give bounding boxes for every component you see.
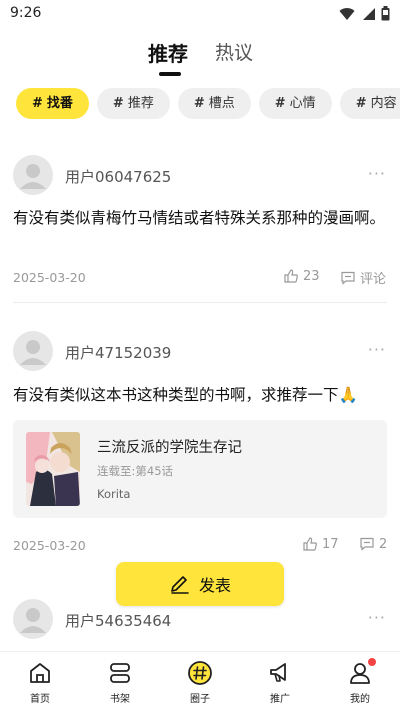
chip-mood[interactable]: # 心情 xyxy=(258,88,332,119)
nav-bookshelf[interactable]: 书架 xyxy=(80,652,160,711)
tab-recommend[interactable]: 推荐 xyxy=(148,38,188,67)
nav-home[interactable]: 首页 xyxy=(0,652,80,711)
comment-icon xyxy=(341,271,355,285)
circle-hash-icon xyxy=(188,661,212,685)
post-text[interactable]: 有没有类似这本书这种类型的书啊，求推荐一下🙏 xyxy=(13,383,387,407)
post-card[interactable]: 用户06047625 ··· 有没有类似青梅竹马情结或者特殊关系那种的漫画啊。 … xyxy=(0,155,400,303)
nav-home-label: 首页 xyxy=(30,694,50,705)
avatar[interactable] xyxy=(13,599,53,639)
tab-hot[interactable]: 热议 xyxy=(215,38,253,65)
like-count: 23 xyxy=(303,268,320,284)
username[interactable]: 用户47152039 xyxy=(65,342,171,363)
default-avatar-icon xyxy=(20,340,46,365)
status-time: 9:26 xyxy=(10,5,42,21)
book-cover-image xyxy=(26,432,80,506)
status-bar: 9:26 xyxy=(0,0,400,28)
bookshelf-icon xyxy=(110,663,130,683)
chip-recommend[interactable]: # 推荐 xyxy=(96,88,170,119)
chip-content[interactable]: # 内容 xyxy=(339,88,400,119)
wifi-icon xyxy=(339,7,355,20)
default-avatar-icon xyxy=(20,608,46,633)
megaphone-icon xyxy=(270,663,286,682)
post-date: 2025-03-20 xyxy=(13,270,86,285)
more-options-icon[interactable]: ··· xyxy=(368,164,386,183)
more-options-icon[interactable]: ··· xyxy=(368,340,386,359)
username[interactable]: 用户06047625 xyxy=(65,166,171,187)
chip-complaints[interactable]: # 槽点 xyxy=(177,88,251,119)
nav-profile-label: 我的 xyxy=(350,694,370,705)
nav-circle-label: 圈子 xyxy=(190,694,210,705)
like-button[interactable]: 17 xyxy=(302,536,339,552)
comment-icon xyxy=(360,537,374,551)
post-text[interactable]: 有没有类似青梅竹马情结或者特殊关系那种的漫画啊。 xyxy=(13,206,387,230)
more-options-icon[interactable]: ··· xyxy=(368,608,386,627)
like-count: 17 xyxy=(322,536,339,552)
publish-label: 发表 xyxy=(198,576,231,595)
book-progress: 连载至:第45话 xyxy=(97,464,174,478)
home-icon xyxy=(30,663,50,683)
book-card[interactable]: 三流反派的学院生存记 连载至:第45话 Korita xyxy=(13,420,387,518)
divider xyxy=(13,302,387,303)
post-card[interactable]: 用户47152039 ··· 有没有类似这本书这种类型的书啊，求推荐一下🙏 三流… xyxy=(0,331,400,561)
thumbs-up-icon xyxy=(284,269,298,283)
notification-badge xyxy=(368,658,376,666)
book-title: 三流反派的学院生存记 xyxy=(97,440,242,456)
signal-icon xyxy=(363,7,375,20)
nav-profile[interactable]: 我的 xyxy=(320,652,400,711)
username[interactable]: 用户54635464 xyxy=(65,610,171,631)
status-icons xyxy=(339,6,390,21)
nav-bookshelf-label: 书架 xyxy=(110,694,130,705)
comment-count: 2 xyxy=(379,536,388,552)
comment-label: 评论 xyxy=(360,272,387,287)
thumbs-up-icon xyxy=(303,537,317,551)
book-author: Korita xyxy=(97,487,131,501)
like-button[interactable]: 23 xyxy=(283,268,320,284)
tab-active-indicator xyxy=(159,72,181,76)
avatar[interactable] xyxy=(13,155,53,195)
topic-chips: # 找番 # 推荐 # 槽点 # 心情 # 内容 xyxy=(16,88,400,120)
top-tabs: 推荐 热议 xyxy=(0,38,400,78)
post-card[interactable]: 用户54635464 ··· xyxy=(0,599,400,647)
post-date: 2025-03-20 xyxy=(13,538,86,553)
chip-find-anime[interactable]: # 找番 xyxy=(16,88,89,119)
comment-button[interactable]: 评论 xyxy=(340,268,386,287)
nav-promote-label: 推广 xyxy=(270,694,290,705)
nav-circle[interactable]: 圈子 xyxy=(160,652,240,711)
comment-button[interactable]: 2 xyxy=(359,536,387,552)
pen-icon xyxy=(171,576,189,594)
nav-promote[interactable]: 推广 xyxy=(240,652,320,711)
battery-icon xyxy=(381,6,390,21)
bottom-nav: 首页 书架 圈子 推广 我的 xyxy=(0,651,400,711)
default-avatar-icon xyxy=(20,164,46,189)
avatar[interactable] xyxy=(13,331,53,371)
publish-button[interactable]: 发表 xyxy=(116,562,284,606)
